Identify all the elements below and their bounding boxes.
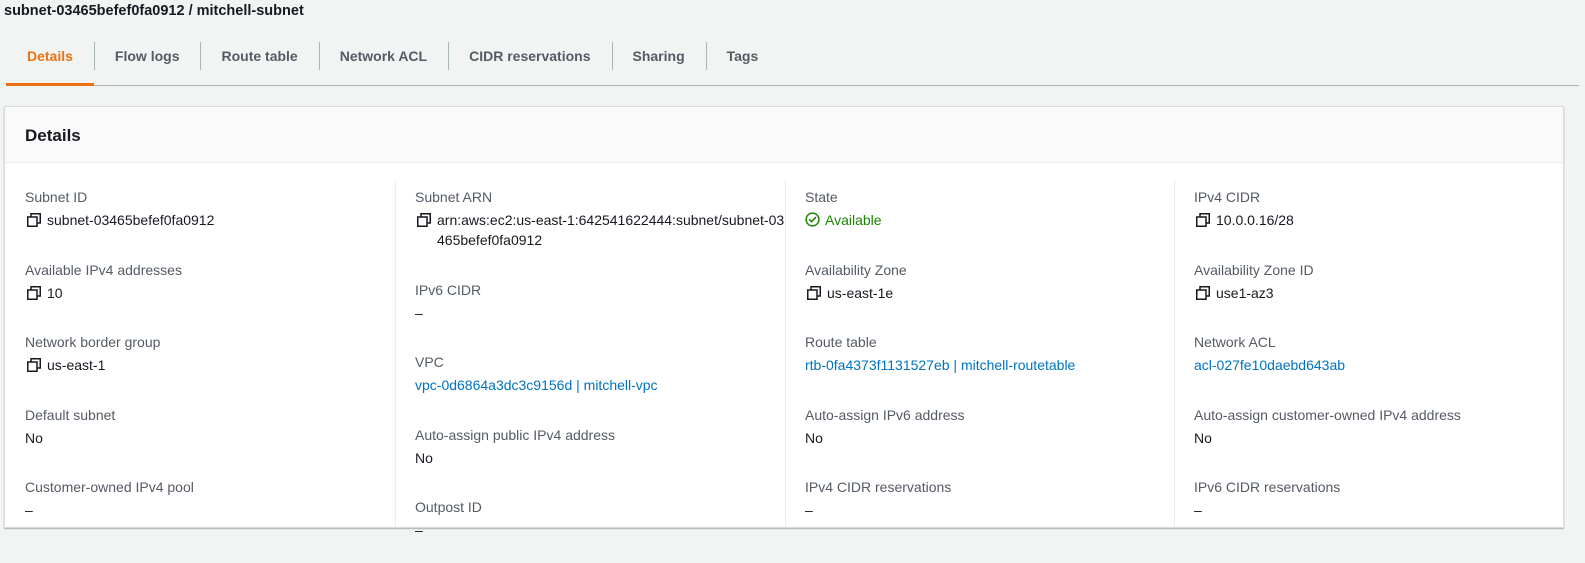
vpc-link[interactable]: vpc-0d6864a3dc3c9156d | mitchell-vpc (415, 375, 785, 395)
available-ipv4-label: Available IPv4 addresses (25, 261, 182, 278)
field-state: State Available (805, 188, 1175, 253)
tab-sharing[interactable]: Sharing (611, 40, 706, 85)
field-ipv4-cidr-reservations: IPv4 CIDR reservations – (805, 478, 1175, 543)
route-table-link[interactable]: rtb-0fa4373f1131527eb | mitchell-routeta… (805, 355, 1175, 375)
ipv4-cidr-label: IPv4 CIDR (1194, 189, 1261, 205)
auto-assign-public-ipv4-value: No (415, 449, 433, 466)
state-label: State (805, 189, 838, 205)
auto-assign-customer-ipv4-value: No (1194, 429, 1212, 446)
outpost-id-label: Outpost ID (415, 499, 482, 515)
field-availability-zone-id: Availability Zone ID use1-az3 (1194, 261, 1564, 326)
field-availability-zone: Availability Zone us-east-1e (805, 261, 1175, 326)
field-network-border-group: Network border group us-east-1 (25, 333, 395, 398)
field-subnet-id: Subnet ID subnet-03465befef0fa0912 (25, 188, 395, 253)
tab-network-acl[interactable]: Network ACL (318, 40, 448, 85)
tab-flow-logs[interactable]: Flow logs (93, 40, 201, 85)
details-column-4: IPv4 CIDR 10.0.0.16/28 Availability Zone… (1174, 180, 1564, 527)
tab-route-table[interactable]: Route table (200, 40, 318, 85)
tab-bar: Details Flow logs Route table Network AC… (6, 40, 1579, 86)
availability-zone-label: Availability Zone (805, 261, 907, 278)
availability-zone-value: us-east-1e (827, 284, 894, 301)
customer-owned-pool-value: – (25, 502, 33, 518)
details-column-3: State Available Availability Zone us-eas… (785, 180, 1175, 527)
copy-icon[interactable] (1196, 285, 1210, 300)
subnet-arn-value: arn:aws:ec2:us-east-1:642541622444:subne… (437, 212, 785, 248)
availability-zone-id-label: Availability Zone ID (1194, 261, 1314, 278)
available-ipv4-value: 10 (47, 284, 63, 301)
tab-tags[interactable]: Tags (705, 40, 780, 85)
field-auto-assign-customer-ipv4: Auto-assign customer-owned IPv4 address … (1194, 406, 1564, 471)
auto-assign-public-ipv4-label: Auto-assign public IPv4 address (415, 426, 615, 443)
tab-details[interactable]: Details (6, 40, 94, 86)
vpc-label: VPC (415, 354, 444, 370)
ipv6-cidr-value: – (415, 304, 423, 321)
page-title: subnet-03465befef0fa0912 / mitchell-subn… (4, 3, 304, 19)
field-ipv4-cidr: IPv4 CIDR 10.0.0.16/28 (1194, 188, 1564, 253)
field-subnet-arn: Subnet ARN arn:aws:ec2:us-east-1:6425416… (415, 188, 785, 273)
field-ipv6-cidr: IPv6 CIDR – (415, 281, 785, 346)
copy-icon[interactable] (807, 285, 821, 300)
subnet-id-value: subnet-03465befef0fa0912 (47, 212, 215, 228)
outpost-id-value: – (415, 522, 423, 538)
network-acl-label: Network ACL (1194, 334, 1276, 350)
ipv4-cidr-reservations-value: – (805, 502, 813, 518)
field-customer-owned-pool: Customer-owned IPv4 pool – (25, 478, 395, 543)
availability-zone-id-value: use1-az3 (1216, 284, 1274, 301)
network-border-group-value: us-east-1 (47, 357, 106, 373)
copy-icon[interactable] (27, 213, 41, 227)
field-ipv6-cidr-reservations: IPv6 CIDR reservations – (1194, 478, 1564, 543)
auto-assign-customer-ipv4-label: Auto-assign customer-owned IPv4 address (1194, 406, 1461, 423)
ipv6-cidr-label: IPv6 CIDR (415, 281, 482, 298)
field-network-acl: Network ACL acl-027fe10daebd643ab (1194, 333, 1564, 398)
customer-owned-pool-label: Customer-owned IPv4 pool (25, 479, 194, 495)
field-vpc: VPC vpc-0d6864a3dc3c9156d | mitchell-vpc (415, 353, 785, 418)
tab-cidr-reservations[interactable]: CIDR reservations (448, 40, 611, 85)
auto-assign-ipv6-label: Auto-assign IPv6 address (805, 406, 965, 423)
copy-icon[interactable] (27, 285, 41, 300)
details-column-1: Subnet ID subnet-03465befef0fa0912 Avail… (25, 180, 395, 527)
default-subnet-label: Default subnet (25, 406, 116, 423)
ipv4-cidr-reservations-label: IPv4 CIDR reservations (805, 479, 952, 495)
ipv6-cidr-reservations-value: – (1194, 502, 1202, 518)
field-default-subnet: Default subnet No (25, 406, 395, 471)
details-heading: Details (5, 107, 1563, 163)
copy-icon[interactable] (1196, 213, 1210, 227)
ipv6-cidr-reservations-label: IPv6 CIDR reservations (1194, 479, 1341, 495)
details-panel: Details Subnet ID subnet-03465befef0fa09… (4, 106, 1564, 538)
copy-icon[interactable] (417, 213, 431, 227)
default-subnet-value: No (25, 429, 43, 446)
state-value: Available (825, 212, 882, 228)
field-auto-assign-public-ipv4: Auto-assign public IPv4 address No (415, 426, 785, 491)
details-column-2: Subnet ARN arn:aws:ec2:us-east-1:6425416… (395, 180, 785, 538)
ipv4-cidr-value: 10.0.0.16/28 (1216, 212, 1294, 228)
field-route-table: Route table rtb-0fa4373f1131527eb | mitc… (805, 333, 1175, 398)
network-acl-link[interactable]: acl-027fe10daebd643ab (1194, 355, 1564, 375)
network-border-group-label: Network border group (25, 334, 161, 350)
auto-assign-ipv6-value: No (805, 429, 823, 446)
field-auto-assign-ipv6: Auto-assign IPv6 address No (805, 406, 1175, 471)
field-available-ipv4: Available IPv4 addresses 10 (25, 261, 395, 326)
field-outpost-id: Outpost ID – (415, 498, 785, 563)
route-table-label: Route table (805, 334, 877, 350)
subnet-id-label: Subnet ID (25, 189, 88, 205)
status-positive-icon (805, 212, 820, 227)
subnet-arn-label: Subnet ARN (415, 189, 493, 205)
copy-icon[interactable] (27, 358, 41, 372)
